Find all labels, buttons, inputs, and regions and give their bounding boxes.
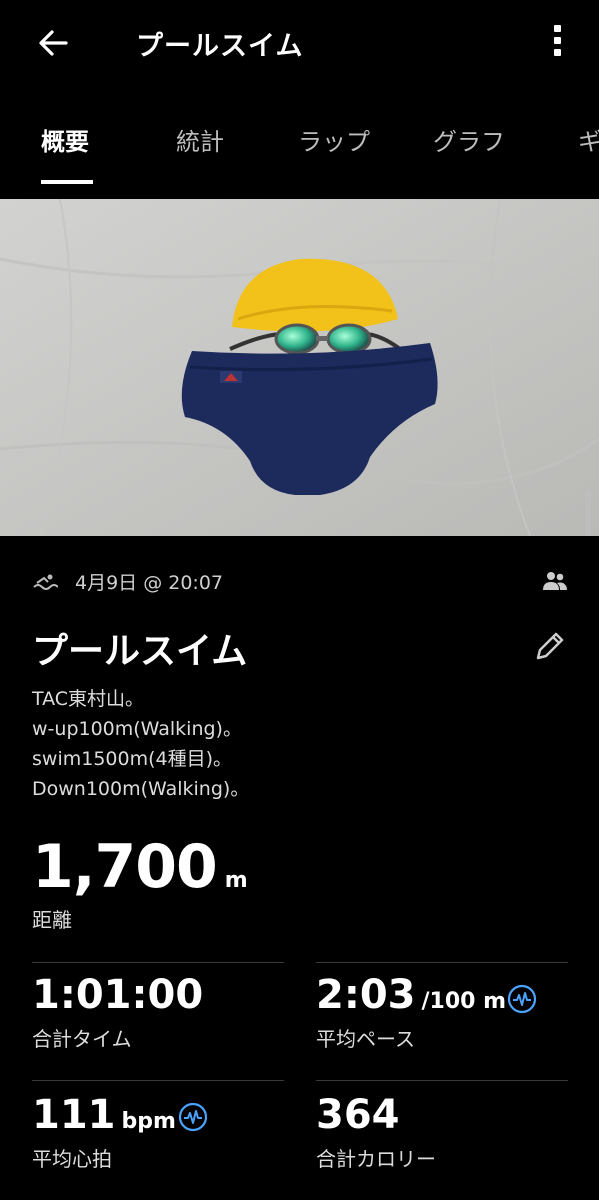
distance-unit: m [224, 868, 248, 893]
avg-hr-unit: bpm [121, 1109, 176, 1134]
app-bar: プールスイム [0, 0, 599, 90]
pencil-icon[interactable] [532, 628, 568, 664]
distance-number: 1,700 [32, 832, 218, 902]
tab-gear[interactable]: ギ [578, 122, 599, 157]
activity-title: プールスイム [32, 631, 248, 672]
total-time-label: 合計タイム [32, 1027, 132, 1051]
tab-graph[interactable]: グラフ [433, 122, 505, 157]
tab-stats[interactable]: 統計 [176, 122, 224, 157]
calories-value: 364 [316, 1092, 400, 1138]
scrollbar[interactable] [585, 489, 591, 536]
back-arrow-icon[interactable] [36, 26, 70, 60]
divider [32, 962, 284, 963]
app-bar-title: プールスイム [136, 31, 304, 62]
avg-pace-unit: /100 m [421, 989, 507, 1014]
distance-value: 1,700 m [32, 832, 248, 902]
avg-pace-value: 2:03/100 m [316, 972, 506, 1018]
calories-number: 364 [316, 1092, 400, 1138]
activity-photo[interactable] [0, 199, 599, 536]
activity-notes: TAC東村山。 w-up100m(Walking)。 swim1500m(4種目… [32, 684, 249, 804]
notes-line: swim1500m(4種目)。 [32, 748, 233, 770]
heartbeat-icon[interactable] [178, 1102, 208, 1132]
avg-hr-value: 111 bpm [32, 1092, 176, 1138]
avg-hr-number: 111 [32, 1092, 116, 1138]
tab-active-indicator [41, 180, 93, 184]
avg-pace-label: 平均ペース [316, 1027, 415, 1051]
notes-line: Down100m(Walking)。 [32, 778, 250, 800]
pace-insight-icon[interactable] [507, 984, 537, 1014]
distance-label: 距離 [32, 908, 72, 932]
notes-line: w-up100m(Walking)。 [32, 718, 242, 740]
swim-icon [33, 574, 58, 590]
avg-hr-label: 平均心拍 [32, 1147, 112, 1171]
calories-label: 合計カロリー [316, 1147, 436, 1171]
total-time-value: 1:01:00 [32, 972, 203, 1018]
divider [32, 1080, 284, 1081]
total-time-number: 1:01:00 [32, 972, 204, 1018]
activity-date: 4月9日 @ 20:07 [75, 572, 224, 594]
people-icon[interactable] [543, 570, 567, 592]
notes-line: TAC東村山。 [32, 688, 145, 710]
tab-bar: 概要 統計 ラップ グラフ ギ [0, 100, 599, 190]
divider [316, 1080, 568, 1081]
tab-overview[interactable]: 概要 [41, 122, 89, 157]
tab-laps[interactable]: ラップ [298, 122, 370, 157]
divider [316, 962, 568, 963]
avg-pace-number: 2:03 [316, 972, 416, 1018]
more-options-icon[interactable] [546, 20, 568, 64]
